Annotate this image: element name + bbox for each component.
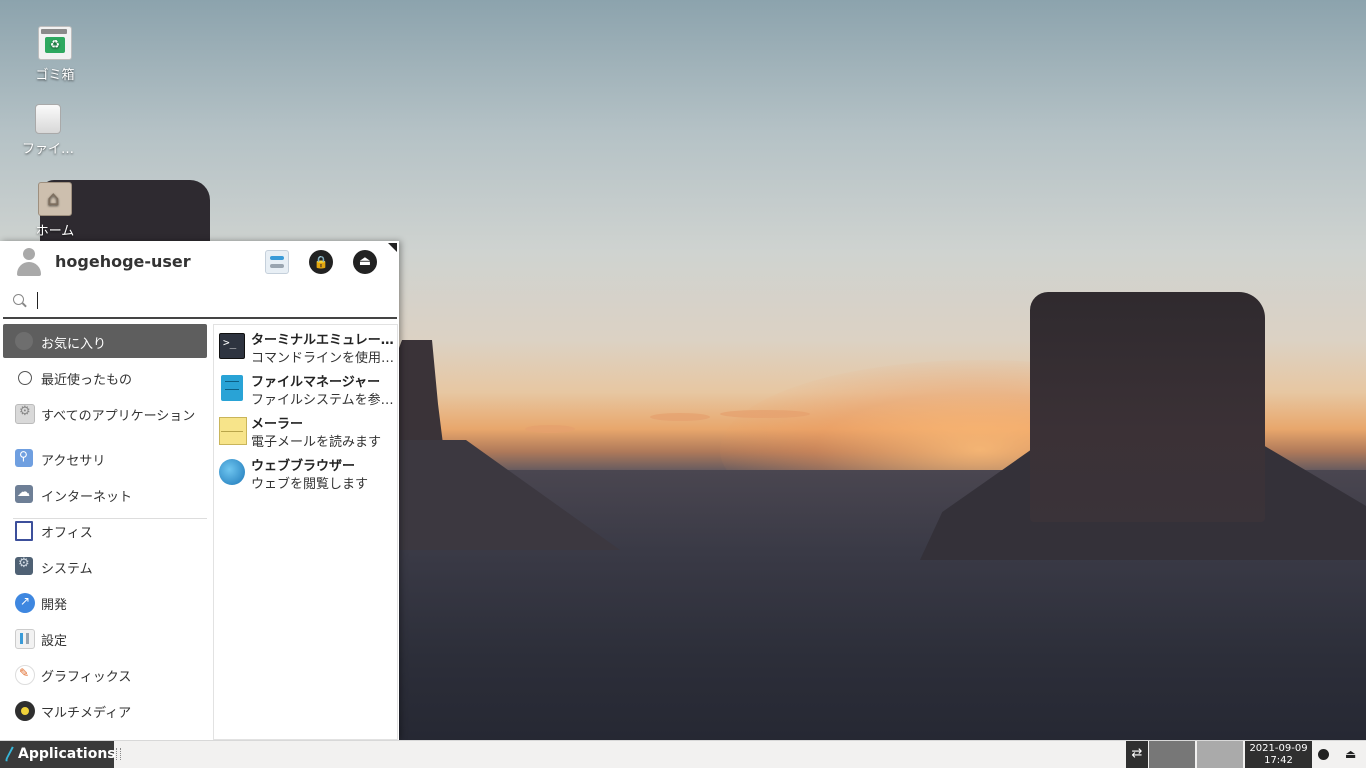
accessories-icon — [15, 449, 33, 467]
search-row — [3, 287, 397, 319]
desktop-icon-trash[interactable]: ゴミ箱 — [10, 26, 100, 83]
desktop-icon-home[interactable]: ホーム — [10, 182, 100, 239]
development-icon — [15, 593, 35, 613]
app-description: ウェブを閲覧します — [251, 477, 369, 492]
panel-logout-icon[interactable]: ⏏ — [1345, 747, 1359, 761]
desktop-icon-label: ファイ… — [21, 142, 74, 157]
taskbar-panel: 〳 Applications ⇄ 2021-09-09 17:42 ⏏ — [0, 740, 1366, 768]
category-label: お気に入り — [41, 337, 107, 352]
multimedia-icon — [15, 701, 35, 721]
category-development[interactable]: 開発 — [3, 585, 207, 619]
category-label: システム — [41, 562, 93, 577]
category-all-apps[interactable]: すべてのアプリケーション — [3, 396, 207, 430]
category-label: すべてのアプリケーション — [41, 409, 196, 424]
cloud — [525, 425, 575, 433]
trash-icon — [38, 26, 72, 60]
desktop-icon-label: ゴミ箱 — [35, 68, 75, 83]
favorites-icon — [15, 332, 33, 350]
app-name: ターミナルエミュレー… — [251, 333, 394, 348]
lock-screen-button[interactable]: 🔒 — [309, 250, 333, 274]
app-file-manager[interactable]: ファイルマネージャー ファイルシステムを参… — [214, 367, 397, 409]
app-name: メーラー — [251, 417, 304, 432]
all-apps-icon — [15, 404, 35, 424]
notification-icon[interactable] — [1318, 749, 1329, 760]
workspace-1[interactable] — [1149, 741, 1195, 768]
category-internet[interactable]: インターネット — [3, 477, 207, 511]
category-office[interactable]: オフィス — [3, 513, 207, 547]
web-browser-icon — [219, 459, 245, 485]
category-label: マルチメディア — [41, 706, 132, 721]
category-system[interactable]: システム — [3, 549, 207, 583]
workspace-2[interactable] — [1197, 741, 1243, 768]
category-label: 設定 — [41, 634, 68, 649]
panel-separator-handle[interactable] — [116, 748, 121, 760]
menu-header: hogehoge-user 🔒 ⏏ — [0, 241, 399, 283]
app-terminal[interactable]: >_ ターミナルエミュレー… コマンドラインを使用… — [214, 325, 397, 367]
category-recent[interactable]: 最近使ったもの — [3, 360, 207, 394]
network-indicator-icon[interactable]: ⇄ — [1126, 741, 1148, 768]
category-label: 開発 — [41, 598, 68, 613]
search-input[interactable] — [33, 291, 387, 315]
app-list: >_ ターミナルエミュレー… コマンドラインを使用… ファイルマネージャー ファ… — [213, 324, 398, 740]
app-description: ファイルシステムを参… — [251, 393, 394, 408]
user-avatar — [16, 248, 42, 276]
mesa-right — [1030, 292, 1265, 522]
category-label: インターネット — [41, 490, 133, 505]
logout-button[interactable]: ⏏ — [353, 250, 377, 274]
home-folder-icon — [38, 182, 72, 216]
app-name: ウェブブラウザー — [251, 459, 356, 474]
app-description: 電子メールを読みます — [251, 435, 382, 450]
clock[interactable]: 2021-09-09 17:42 — [1245, 741, 1312, 768]
file-manager-icon — [221, 375, 243, 401]
disk-icon — [35, 104, 61, 134]
category-accessories[interactable]: アクセサリ — [3, 441, 207, 475]
terminal-icon: >_ — [219, 333, 245, 359]
settings-icon — [15, 629, 35, 649]
xfce-feather-icon: 〳 — [3, 745, 19, 763]
clock-date: 2021-09-09 — [1249, 743, 1308, 754]
app-description: コマンドラインを使用… — [251, 351, 395, 366]
category-label: グラフィックス — [41, 670, 132, 685]
graphics-icon — [15, 665, 35, 685]
recent-icon — [18, 371, 32, 385]
category-list: お気に入り 最近使ったもの すべてのアプリケーション アクセサリ インターネット… — [3, 324, 207, 740]
category-multimedia[interactable]: マルチメディア — [3, 693, 207, 727]
category-label: オフィス — [41, 526, 93, 541]
text-caret — [37, 292, 38, 309]
desktop-icon-filesystem[interactable]: ファイ… — [3, 104, 93, 157]
application-menu: hogehoge-user 🔒 ⏏ お気に入り 最近使ったもの すべてのアプリケ… — [0, 241, 399, 740]
username: hogehoge-user — [55, 252, 191, 271]
category-favorites[interactable]: お気に入り — [3, 324, 207, 358]
applications-label: Applications — [18, 746, 116, 762]
desktop-icon-label: ホーム — [35, 224, 75, 239]
category-graphics[interactable]: グラフィックス — [3, 657, 207, 691]
app-mailer[interactable]: メーラー 電子メールを読みます — [214, 409, 397, 451]
category-settings[interactable]: 設定 — [3, 621, 207, 655]
cloud — [720, 410, 810, 418]
app-name: ファイルマネージャー — [251, 375, 381, 390]
category-label: アクセサリ — [41, 454, 106, 469]
settings-manager-button[interactable] — [265, 250, 289, 274]
applications-menu-button[interactable]: 〳 Applications — [0, 741, 116, 768]
search-icon — [13, 294, 24, 305]
clock-time: 17:42 — [1264, 755, 1293, 766]
internet-icon — [15, 485, 33, 503]
mail-icon — [219, 417, 247, 445]
office-icon — [15, 521, 33, 541]
cloud — [650, 413, 710, 421]
app-web-browser[interactable]: ウェブブラウザー ウェブを閲覧します — [214, 451, 397, 493]
system-icon — [15, 556, 33, 575]
category-label: 最近使ったもの — [41, 373, 133, 388]
